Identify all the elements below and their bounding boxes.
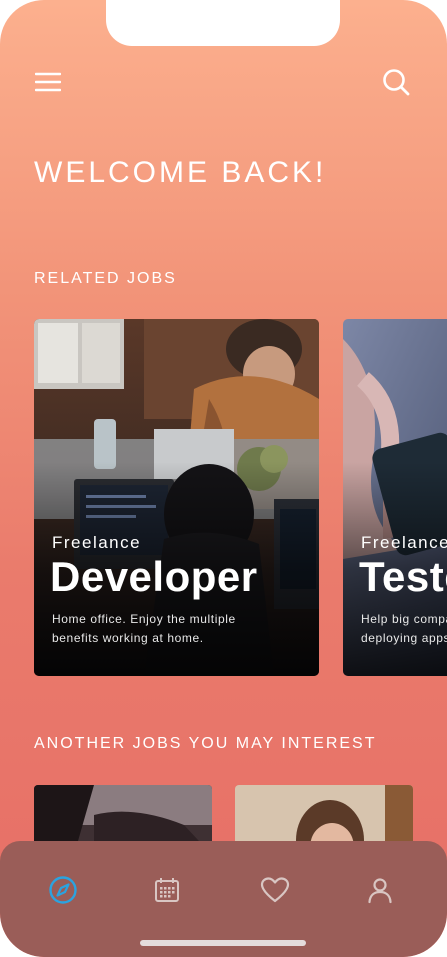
device-notch xyxy=(106,0,340,46)
card-description: Home office. Enjoy the multiple benefits… xyxy=(52,612,236,645)
bottom-tab-bar xyxy=(0,841,447,957)
hamburger-menu-icon[interactable] xyxy=(32,66,64,98)
job-card-developer[interactable]: Freelance Developer Home office. Enjoy t… xyxy=(34,319,319,676)
related-jobs-title: RELATED JOBS xyxy=(34,270,177,287)
card-description: Help big companies deploying apps. xyxy=(361,612,447,645)
card-role-title: Tester xyxy=(359,553,447,600)
card-category: Freelance xyxy=(52,533,142,552)
another-jobs-title: ANOTHER JOBS YOU MAY INTEREST xyxy=(34,735,377,752)
search-icon[interactable] xyxy=(380,66,412,98)
heart-icon[interactable] xyxy=(258,873,292,907)
calendar-icon[interactable] xyxy=(150,873,184,907)
welcome-heading: WELCOME BACK! xyxy=(34,156,327,189)
compass-icon[interactable] xyxy=(46,873,80,907)
job-card-tester[interactable]: Freelance Tester Help big companies depl… xyxy=(343,319,447,676)
profile-icon[interactable] xyxy=(363,873,397,907)
app-screen: WELCOME BACK! RELATED JOBS Freelance Dev… xyxy=(0,0,447,957)
home-indicator[interactable] xyxy=(140,940,306,946)
card-category: Freelance xyxy=(361,533,447,552)
card-role-title: Developer xyxy=(50,553,258,600)
